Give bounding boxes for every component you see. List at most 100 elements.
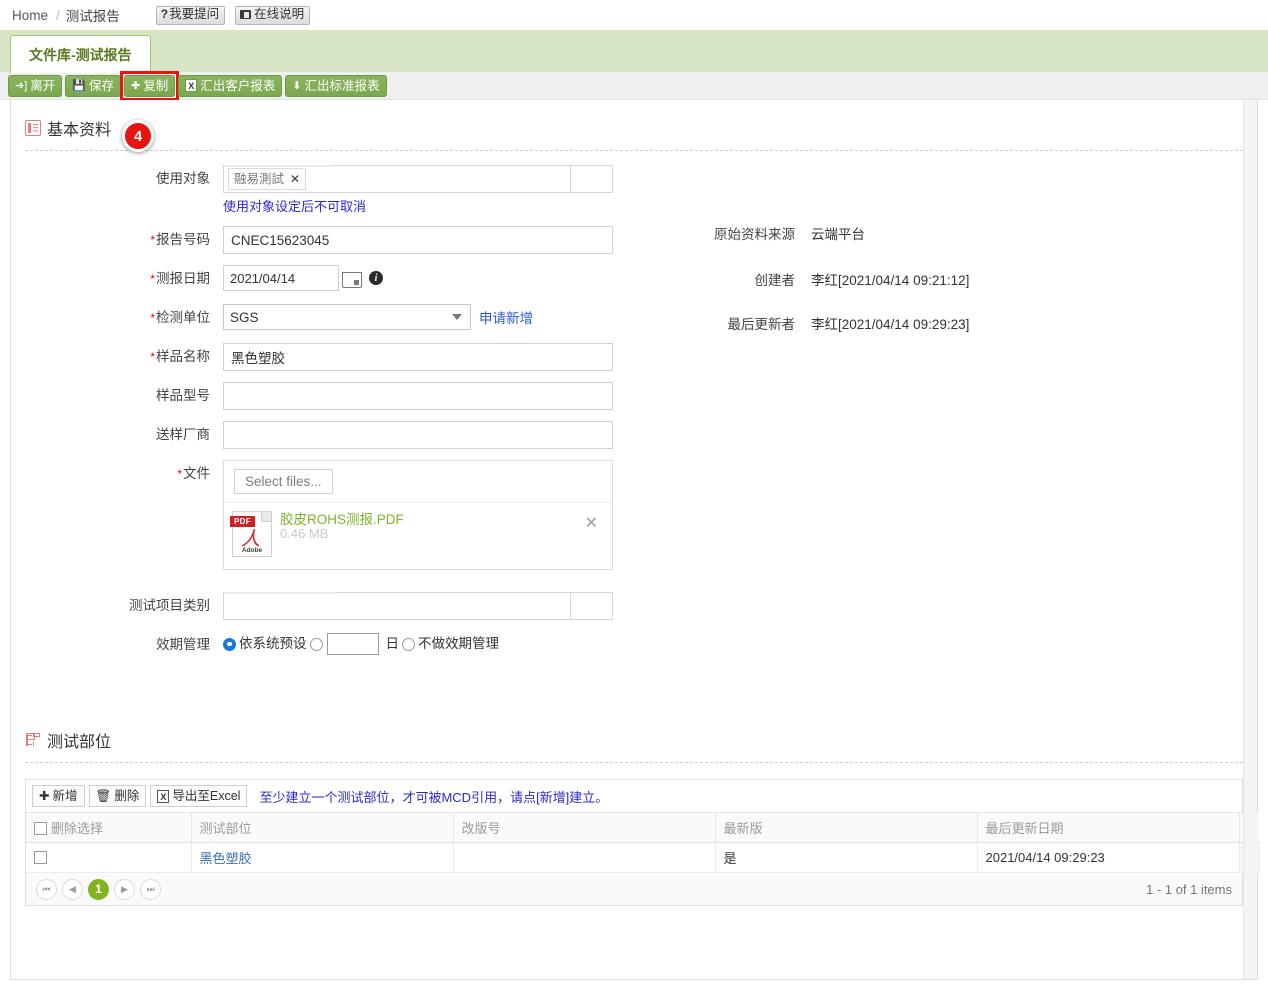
field-report-no: *报告号码 (11, 226, 651, 254)
pager-last-button[interactable]: ⏭ (140, 878, 161, 900)
col-updated[interactable]: 最后更新日期 (977, 813, 1240, 843)
sample-name-label-text: 样品名称 (156, 349, 210, 364)
grid-add-button[interactable]: ✚ 新增 (32, 785, 85, 807)
pdf-file-icon: PDF 人 Adobe (230, 511, 272, 557)
floppy-disk-icon: 💾 (72, 79, 86, 92)
field-sample-name: *样品名称 (11, 343, 651, 371)
online-help-button[interactable]: 在线说明 (235, 5, 311, 25)
tab-strip: 文件库-测试报告 (0, 30, 1268, 73)
sample-model-input[interactable] (223, 382, 613, 410)
validity-days-input[interactable] (326, 633, 379, 655)
report-no-input[interactable] (223, 226, 613, 254)
sample-name-input[interactable] (223, 343, 613, 371)
form-area: 使用对象 融易測試 ✕ 使用对象设定后不可取消 *报告号码 CNEC156230… (11, 151, 1257, 670)
col-latest[interactable]: 最新版 (715, 813, 978, 843)
breadcrumb-home[interactable]: Home (10, 8, 50, 23)
usage-target-label: 使用对象 (156, 171, 210, 186)
save-button[interactable]: 💾 保存 (65, 74, 122, 97)
file-label: *文件 (11, 460, 223, 488)
validity-radio-days[interactable] (309, 637, 323, 651)
usage-target-token-remove-icon[interactable]: ✕ (290, 171, 300, 187)
breadcrumb-current: 测试报告 (65, 9, 120, 24)
apply-new-unit-link[interactable]: 申请新增 (479, 307, 533, 327)
download-icon: ⬇ (292, 79, 302, 92)
tab-file-library-test-report[interactable]: 文件库-测试报告 (10, 35, 151, 73)
test-category-token-box[interactable] (223, 592, 571, 620)
calendar-icon[interactable] (342, 268, 362, 288)
sample-model-label: 样品型号 (156, 388, 210, 403)
chevron-down-icon (452, 314, 462, 320)
col-part[interactable]: 测试部位 (191, 813, 454, 843)
usage-target-control[interactable]: 融易測試 ✕ (223, 165, 613, 193)
breadcrumb: Home / 测试报告 ? 我要提问 在线说明 (0, 0, 1268, 30)
info-icon[interactable]: i (369, 271, 383, 285)
pager-page-1[interactable]: 1 (88, 878, 109, 900)
list-icon (25, 120, 41, 136)
pager-prev-button[interactable]: ◀ (62, 878, 83, 900)
info-creator-value: 李红[2021/04/14 09:21:12] (811, 273, 970, 288)
grid-export-label: 导出至Excel (172, 789, 241, 803)
file-label-text: 文件 (183, 466, 210, 481)
test-unit-label-text: 检测单位 (156, 310, 210, 325)
select-files-button[interactable]: Select files... (234, 469, 333, 494)
test-unit-select[interactable]: SGS (223, 304, 471, 330)
report-date-control: i (223, 265, 651, 291)
pdf-icon-brand: Adobe (241, 547, 263, 554)
col-revision[interactable]: 改版号 (453, 813, 716, 843)
validity-days-unit: 日 (385, 636, 400, 651)
leave-button[interactable]: ➜] 离开 (8, 74, 63, 97)
info-creator-row: 创建者 李红[2021/04/14 09:21:12] (661, 269, 1257, 289)
sample-vendor-input[interactable] (223, 421, 613, 449)
field-test-category: 测试项目类别 (11, 592, 651, 620)
ask-question-label: 我要提问 (169, 7, 220, 21)
info-source-label: 原始资料来源 (714, 227, 795, 242)
step-badge-copy: 4 (122, 120, 154, 152)
grid-delete-button[interactable]: 🗑 删除 (88, 785, 147, 807)
pdf-icon-label: PDF (230, 516, 255, 527)
exit-icon: ➜] (15, 79, 28, 92)
export-customer-report-button[interactable]: X 汇出客户报表 (178, 74, 283, 97)
pager-first-button[interactable]: ⏮ (36, 878, 57, 900)
usage-target-token-box[interactable]: 融易測試 ✕ (223, 165, 571, 193)
leave-button-wrap: ➜] 离开 (8, 74, 63, 97)
select-all-checkbox[interactable] (34, 822, 47, 835)
usage-target-side-box[interactable] (571, 165, 613, 193)
sample-vendor-label: 送样厂商 (156, 427, 210, 442)
cell-part-link[interactable]: 黑色塑胶 (200, 851, 252, 866)
grid-toolbar: ✚ 新增 🗑 删除 X 导出至Excel 至少建立一个测试部位，才可被MCD引用… (26, 780, 1242, 813)
basic-info-header: 基本资料 (11, 100, 1257, 148)
copy-button[interactable]: ✚ 复制 (124, 74, 176, 97)
page-scrollbar[interactable] (1243, 100, 1257, 979)
pager-next-button[interactable]: ▶ (114, 878, 135, 900)
save-button-wrap: 💾 保存 (65, 74, 122, 97)
test-category-side-box[interactable] (571, 592, 613, 620)
report-no-required-marker: * (150, 233, 155, 247)
copy-button-wrap: ✚ 复制 (119, 70, 180, 101)
row-checkbox[interactable] (34, 851, 47, 864)
file-required-marker: * (177, 467, 182, 481)
export-standard-report-button[interactable]: ⬇ 汇出标准报表 (285, 74, 387, 97)
validity-radio-system[interactable] (223, 637, 236, 651)
test-category-control[interactable] (223, 592, 613, 620)
grid-export-excel-button[interactable]: X 导出至Excel (150, 785, 248, 807)
form-right-column: 原始资料来源 云端平台 创建者 李红[2021/04/14 09:21:12] … (651, 165, 1257, 670)
validity-radio-none[interactable] (402, 637, 415, 651)
grid-note[interactable]: 至少建立一个测试部位，才可被MCD引用，请点[新增]建立。 (259, 787, 608, 806)
tree-icon-node-bottom (33, 742, 40, 746)
field-usage-target: 使用对象 融易測試 ✕ 使用对象设定后不可取消 (11, 165, 651, 215)
report-date-input[interactable] (223, 265, 339, 291)
field-report-date: *测报日期 i (11, 265, 651, 293)
ask-question-button[interactable]: ? 我要提问 (155, 5, 226, 25)
tree-icon-line-top (28, 735, 32, 737)
usage-target-hint[interactable]: 使用对象设定后不可取消 (223, 196, 651, 215)
file-upload-zone: Select files... PDF 人 Adobe 胶皮ROHS测报.PDF (223, 460, 613, 570)
question-mark-icon: ? (160, 7, 169, 21)
info-source-value: 云端平台 (811, 227, 865, 242)
cell-select (26, 842, 192, 873)
test-unit-label: *检测单位 (11, 304, 223, 332)
attachment-remove-icon[interactable]: ✕ (581, 511, 602, 537)
test-unit-selected-value: SGS (230, 309, 259, 325)
report-no-label: *报告号码 (11, 226, 223, 254)
info-source-row: 原始资料来源 云端平台 (661, 223, 1257, 243)
test-parts-table: 删除选择 测试部位 改版号 最新版 最后更新日期 黑色塑胶 是 2021/04/… (26, 813, 1260, 873)
